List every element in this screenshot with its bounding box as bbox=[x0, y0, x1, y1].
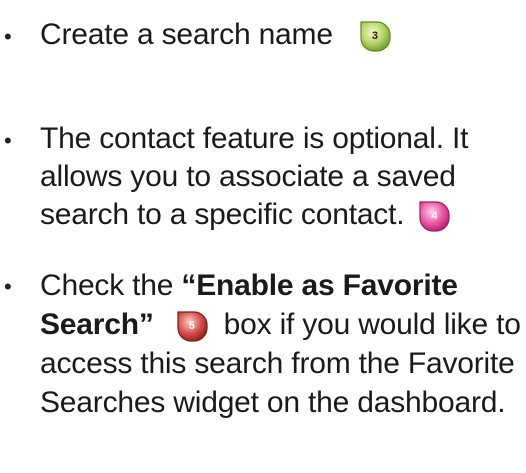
bullet-dot: • bbox=[4, 274, 12, 299]
bullet-text-3: Check the “Enable as Favorite Search” 5 … bbox=[40, 266, 522, 422]
bullet-dot: • bbox=[4, 128, 12, 153]
step-badge-number: 5 bbox=[188, 320, 195, 333]
step-badge-3: 3 bbox=[359, 20, 391, 52]
bullet-text-contact: The contact feature is optional. It allo… bbox=[40, 122, 469, 231]
bullet-text-enable-favorite: “Enable as Favorite bbox=[181, 269, 458, 302]
step-badge-number: 3 bbox=[371, 30, 378, 43]
step-badge-number: 4 bbox=[431, 210, 438, 223]
bullet-text-search: Search” bbox=[40, 308, 154, 341]
bullet-text-check: Check the bbox=[40, 269, 182, 302]
step-badge-5: 5 bbox=[176, 310, 208, 342]
bullet-text-1: Create a search name 3 bbox=[40, 16, 522, 54]
bullet-dot: • bbox=[4, 24, 12, 49]
bullet-text-create-name: Create a search name bbox=[40, 18, 333, 51]
slide: • Create a search name 3 • The contact f… bbox=[0, 0, 526, 473]
bullet-text-2: The contact feature is optional. It allo… bbox=[40, 120, 510, 234]
step-badge-4: 4 bbox=[418, 200, 450, 232]
